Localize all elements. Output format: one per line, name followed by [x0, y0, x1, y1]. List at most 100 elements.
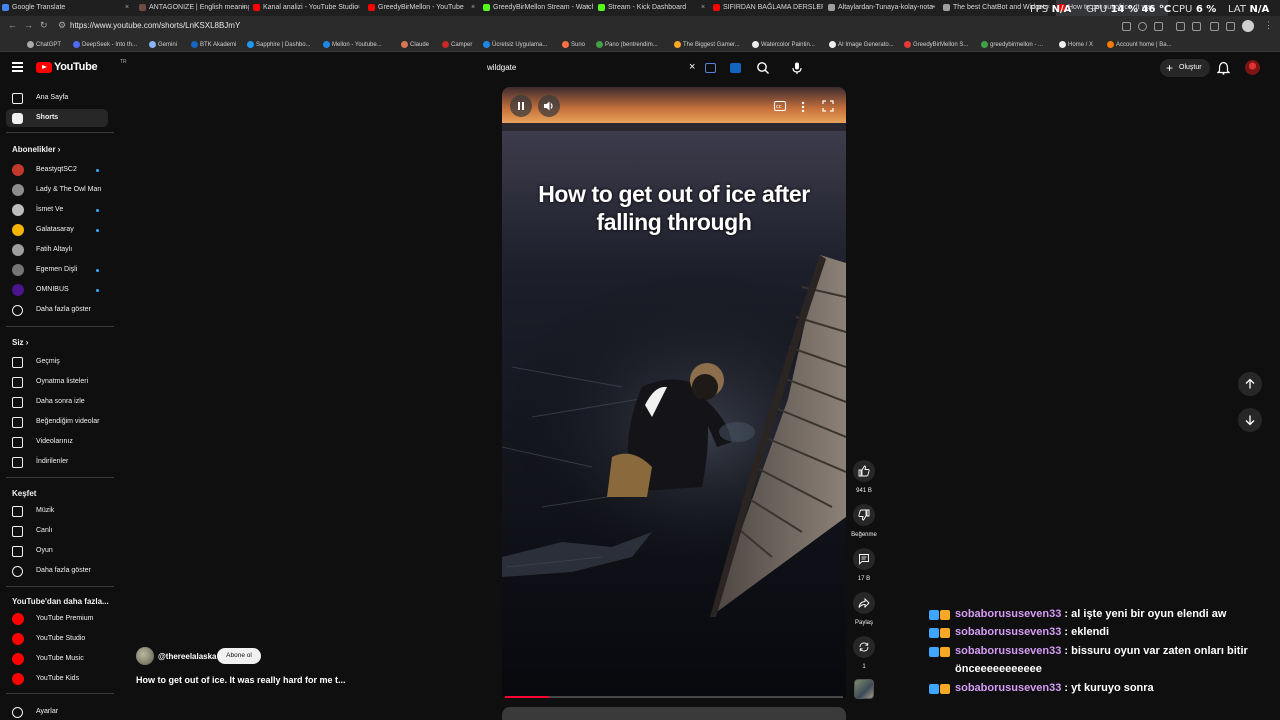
bookmark-item[interactable]: ChatGPT — [26, 38, 61, 51]
back-icon[interactable]: ← — [8, 20, 17, 30]
bookmark-item[interactable]: Claude — [400, 38, 429, 51]
bookmark-item[interactable]: GreedyBirMellon S... — [903, 38, 968, 51]
sidebar-item-subscription[interactable]: Egemen Dişli — [6, 261, 108, 279]
bookmark-item[interactable]: Suno — [561, 38, 585, 51]
bookmark-item[interactable]: DeepSeek - Into th... — [72, 38, 137, 51]
sidebar-item-subscription[interactable]: BeastyqtSC2 — [6, 161, 108, 179]
sidebar-item-subscription[interactable]: OMNIBUS — [6, 281, 108, 299]
sidebar-item-settings[interactable]: Ayarlar — [6, 703, 108, 720]
extension-icon[interactable] — [1154, 22, 1163, 31]
video-progress-bar[interactable] — [505, 696, 843, 698]
sidebar-item-subscription[interactable]: Lady & The Owl Man — [6, 181, 108, 199]
bookmark-item[interactable]: Home / X — [1058, 38, 1093, 51]
bookmark-item[interactable]: Gemini — [148, 38, 177, 51]
browser-tab[interactable]: SIFIRDAN BAĞLAMA DERSLERİ × — [711, 0, 823, 16]
dislike-button[interactable] — [853, 504, 875, 526]
more-from-youtube-heading[interactable]: YouTube'dan daha fazla... — [12, 597, 109, 606]
next-short-button[interactable] — [1238, 408, 1262, 432]
sidebar-item-subscription[interactable]: Fatih Altaylı — [6, 241, 108, 259]
sidebar-item-you[interactable]: Oynatma listeleri — [6, 373, 108, 391]
subscribe-button[interactable]: Abone ol — [217, 648, 261, 664]
volume-button[interactable] — [538, 95, 560, 117]
sidebar-item-you[interactable]: Geçmiş — [6, 353, 108, 371]
tab-close-icon[interactable]: × — [928, 0, 938, 16]
extension-icon-3[interactable] — [1192, 22, 1201, 31]
browser-tab[interactable]: GreedyBirMellon - YouTube × — [366, 0, 478, 16]
extension-icon-2[interactable] — [1176, 22, 1185, 31]
search-input[interactable]: wildgate — [487, 63, 516, 72]
bookmark-item[interactable]: AI Image Generato... — [828, 38, 894, 51]
remix-button[interactable] — [853, 636, 875, 658]
screen-extension-icon[interactable] — [730, 63, 741, 73]
create-button[interactable]: + Oluştur — [1160, 59, 1210, 77]
account-avatar[interactable] — [1245, 60, 1260, 75]
sidebar-item-youtube-app[interactable]: YouTube Music — [6, 650, 108, 668]
browser-tab[interactable]: Google Translate × — [0, 0, 132, 16]
you-heading[interactable]: Siz › — [12, 338, 28, 347]
tab-close-icon[interactable]: × — [698, 0, 708, 16]
sidebar-item-show-more-subs[interactable]: Daha fazla göster — [6, 301, 108, 319]
sidebar-item-youtube-app[interactable]: YouTube Premium — [6, 610, 108, 628]
microphone-icon[interactable] — [790, 61, 804, 75]
sidebar-item-you[interactable]: Beğendiğim videolar — [6, 413, 108, 431]
tab-close-icon[interactable]: × — [353, 0, 363, 16]
sidebar-item-you[interactable]: İndirilenler — [6, 453, 108, 471]
bookmark-item[interactable]: greedybirmellon - ... — [980, 38, 1043, 51]
browser-tab[interactable]: Stream - Kick Dashboard × — [596, 0, 708, 16]
previous-short-button[interactable] — [1238, 372, 1262, 396]
forward-icon[interactable]: → — [24, 20, 33, 30]
download-icon[interactable] — [1210, 22, 1219, 31]
notifications-bell-icon[interactable] — [1217, 61, 1230, 75]
url-field[interactable]: https://www.youtube.com/shorts/LnKSXL8BJ… — [70, 21, 240, 30]
fullscreen-icon[interactable] — [822, 100, 834, 112]
bookmark-item[interactable]: Ücretsiz Uygulama... — [482, 38, 547, 51]
shorts-video-player[interactable]: How to get out of ice after falling thro… — [502, 87, 846, 697]
share-button[interactable] — [853, 592, 875, 614]
tab-close-icon[interactable]: × — [122, 0, 132, 16]
bookmark-item[interactable]: The Biggest Gamer... — [673, 38, 740, 51]
bookmark-item[interactable]: Account home | Ba... — [1106, 38, 1172, 51]
sidebar-item-youtube-app[interactable]: YouTube Kids — [6, 670, 108, 688]
next-short-preview[interactable] — [502, 707, 846, 720]
browser-tab[interactable]: ANTAGONIZE | English meaning × — [137, 0, 249, 16]
channel-name[interactable]: @thereelalaska — [158, 652, 217, 661]
bookmark-item[interactable]: Mellon - Youtube... — [322, 38, 382, 51]
tab-close-icon[interactable]: × — [468, 0, 478, 16]
clear-search-icon[interactable]: × — [689, 61, 695, 73]
comments-button[interactable] — [853, 548, 875, 570]
menu-icon[interactable]: ⋮ — [1264, 20, 1273, 31]
sidebar-item-you[interactable]: Daha sonra izle — [6, 393, 108, 411]
translate-extension-icon[interactable] — [705, 63, 716, 73]
bookmark-item[interactable]: BTK Akademi — [190, 38, 236, 51]
bookmark-item[interactable]: Pano (bentrendim... — [595, 38, 658, 51]
hamburger-menu-icon[interactable] — [12, 62, 23, 72]
pause-button[interactable] — [510, 95, 532, 117]
sidebar-item-explore[interactable]: Müzik — [6, 502, 108, 520]
sidebar-item-home[interactable]: Ana Sayfa — [6, 89, 108, 107]
sidebar-item-subscription[interactable]: Galatasaray — [6, 221, 108, 239]
extension-icon-4[interactable] — [1226, 22, 1235, 31]
sidebar-item-subscription[interactable]: İsmet Ve — [6, 201, 108, 219]
sidebar-item-explore[interactable]: Canlı — [6, 522, 108, 540]
tab-close-icon[interactable]: × — [239, 0, 249, 16]
short-title[interactable]: How to get out of ice. It was really har… — [136, 675, 346, 685]
sidebar-item-shorts[interactable]: Shorts — [6, 109, 108, 127]
tab-close-icon[interactable]: × — [813, 0, 823, 16]
bookmark-star-icon[interactable] — [1138, 22, 1147, 31]
subscriptions-heading[interactable]: Abonelikler › — [12, 145, 60, 154]
sidebar-item-youtube-app[interactable]: YouTube Studio — [6, 630, 108, 648]
explore-heading[interactable]: Keşfet — [12, 489, 36, 498]
profile-avatar[interactable] — [1242, 20, 1254, 32]
site-info-icon[interactable]: ⚙ — [58, 20, 66, 31]
bookmark-item[interactable]: Watercolor Paintin... — [751, 38, 815, 51]
browser-tab[interactable]: Altaylardan-Tunaya-kolay-nota- × — [826, 0, 938, 16]
apps-grid-icon[interactable] — [4, 38, 18, 51]
translate-icon[interactable] — [1122, 22, 1131, 31]
bookmark-item[interactable]: Sapphire | Dashbo... — [246, 38, 311, 51]
browser-tab[interactable]: Kanal analizi - YouTube Studio × — [251, 0, 363, 16]
search-icon[interactable] — [756, 61, 770, 75]
like-button[interactable] — [853, 460, 875, 482]
audio-source-thumbnail[interactable] — [854, 679, 874, 699]
search-box[interactable]: wildgate × — [478, 58, 704, 78]
bookmark-item[interactable]: Camper — [441, 38, 472, 51]
